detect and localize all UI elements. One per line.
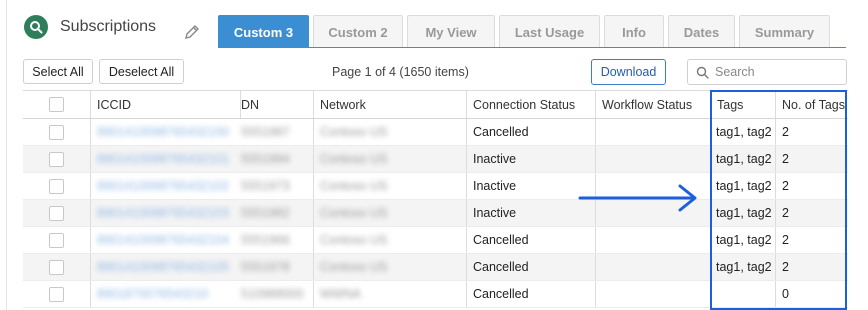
iccid-cell: 8901410098765432104 — [91, 227, 233, 253]
column-header-iccid[interactable]: ICCID — [91, 91, 241, 118]
tab-my-view[interactable]: My View — [407, 15, 495, 48]
connection-status-cell: Cancelled — [473, 233, 529, 247]
network-value: Contoso US — [320, 179, 388, 193]
network-value: Contoso US — [320, 260, 388, 274]
tags-highlight-box — [710, 90, 847, 310]
tab-underline — [218, 47, 846, 48]
connection-status-cell: Inactive — [473, 206, 517, 220]
dn-cell: 5551982 — [235, 200, 313, 226]
row-checkbox-cell — [23, 200, 90, 226]
workflow-status-cell — [596, 281, 711, 307]
iccid-cell: 8901410098765432103 — [91, 200, 233, 226]
workflow-status-cell — [596, 146, 711, 172]
row-checkbox-cell — [23, 119, 90, 145]
connection-status-cell: Inactive — [473, 152, 517, 166]
network-cell: Contoso US — [314, 173, 466, 199]
dn-cell: 5551994 — [235, 146, 313, 172]
page-info: Page 1 of 4 (1650 items) — [332, 65, 469, 79]
download-button[interactable]: Download — [591, 59, 666, 85]
column-header-dn[interactable]: DN — [235, 91, 313, 118]
row-checkbox[interactable] — [49, 205, 64, 221]
network-cell: Contoso US — [314, 200, 466, 226]
search-icon — [24, 15, 48, 39]
column-header-workflow-status[interactable]: Workflow Status — [596, 91, 711, 118]
row-checkbox-cell — [23, 254, 90, 280]
row-checkbox[interactable] — [49, 178, 64, 194]
network-value: WWNA — [320, 287, 361, 301]
tab-info[interactable]: Info — [604, 15, 664, 48]
network-cell: Contoso US — [314, 254, 466, 280]
page-header: Subscriptions — [24, 12, 156, 42]
connection-status-cell: Cancelled — [473, 260, 529, 274]
connection-status-cell: Inactive — [473, 179, 517, 193]
dn-cell: 5551978 — [235, 254, 313, 280]
select-all-button[interactable]: Select All — [23, 59, 93, 84]
iccid-link[interactable]: 8901410098765432100 — [97, 125, 229, 139]
network-cell: Contoso US — [314, 119, 466, 145]
connection-status-cell: Cancelled — [473, 125, 529, 139]
iccid-cell: 8901410098765432101 — [91, 146, 233, 172]
network-value: Contoso US — [320, 206, 388, 220]
dn-cell: 5551973 — [235, 173, 313, 199]
dn-value: 5551973 — [241, 179, 290, 193]
iccid-link[interactable]: 8901410098765432102 — [97, 179, 229, 193]
deselect-all-button[interactable]: Deselect All — [99, 59, 184, 84]
iccid-link[interactable]: 8901410098765432103 — [97, 206, 229, 220]
column-header-network[interactable]: Network — [314, 91, 466, 118]
row-checkbox-cell — [23, 227, 90, 253]
search-input[interactable] — [715, 65, 835, 79]
iccid-link[interactable]: 8901410098765432104 — [97, 233, 229, 247]
tab-custom-3[interactable]: Custom 3 — [218, 15, 309, 48]
row-checkbox-cell — [23, 146, 90, 172]
network-value: Contoso US — [320, 233, 388, 247]
page-title: Subscriptions — [60, 18, 157, 35]
tab-last-usage[interactable]: Last Usage — [499, 15, 600, 48]
iccid-link[interactable]: 8901870076543210 — [97, 287, 208, 301]
tab-custom-2[interactable]: Custom 2 — [313, 15, 403, 48]
select-all-checkbox-cell — [23, 91, 90, 118]
dn-cell: 5551966 — [235, 227, 313, 253]
row-checkbox[interactable] — [49, 124, 64, 140]
iccid-link[interactable]: 8901410098765432101 — [97, 152, 229, 166]
network-cell: Contoso US — [314, 227, 466, 253]
iccid-cell: 8901410098765432100 — [91, 119, 233, 145]
network-value: Contoso US — [320, 152, 388, 166]
iccid-link[interactable]: 8901410098765432105 — [97, 260, 229, 274]
header-checkbox[interactable] — [49, 97, 64, 112]
row-checkbox-cell — [23, 281, 90, 307]
dn-value: 510988000 — [241, 287, 304, 301]
tab-summary[interactable]: Summary — [739, 15, 830, 48]
iccid-cell: 8901870076543210 — [91, 281, 233, 307]
row-checkbox[interactable] — [49, 232, 64, 248]
tab-dates[interactable]: Dates — [668, 15, 735, 48]
workflow-status-cell — [596, 227, 711, 253]
dn-value: 5551987 — [241, 125, 290, 139]
row-checkbox-cell — [23, 173, 90, 199]
dn-value: 5551982 — [241, 206, 290, 220]
search-box[interactable] — [687, 59, 847, 85]
dn-cell: 5551987 — [235, 119, 313, 145]
row-checkbox[interactable] — [49, 259, 64, 275]
row-checkbox[interactable] — [49, 151, 64, 167]
dn-value: 5551994 — [241, 152, 290, 166]
arrow-right-icon — [578, 184, 697, 212]
network-value: Contoso US — [320, 125, 388, 139]
dn-value: 5551978 — [241, 260, 290, 274]
search-icon — [696, 66, 709, 79]
column-header-connection-status[interactable]: Connection Status — [467, 91, 595, 118]
workflow-status-cell — [596, 119, 711, 145]
workflow-status-cell — [596, 254, 711, 280]
row-checkbox[interactable] — [49, 286, 64, 302]
network-cell: WWNA — [314, 281, 466, 307]
iccid-cell: 8901410098765432105 — [91, 254, 233, 280]
network-cell: Contoso US — [314, 146, 466, 172]
dn-value: 5551966 — [241, 233, 290, 247]
iccid-cell: 8901410098765432102 — [91, 173, 233, 199]
view-tabs: Custom 3 Custom 2 My View Last Usage Inf… — [218, 15, 834, 48]
pencil-icon[interactable] — [183, 23, 201, 41]
dn-cell: 510988000 — [235, 281, 313, 307]
connection-status-cell: Cancelled — [473, 287, 529, 301]
